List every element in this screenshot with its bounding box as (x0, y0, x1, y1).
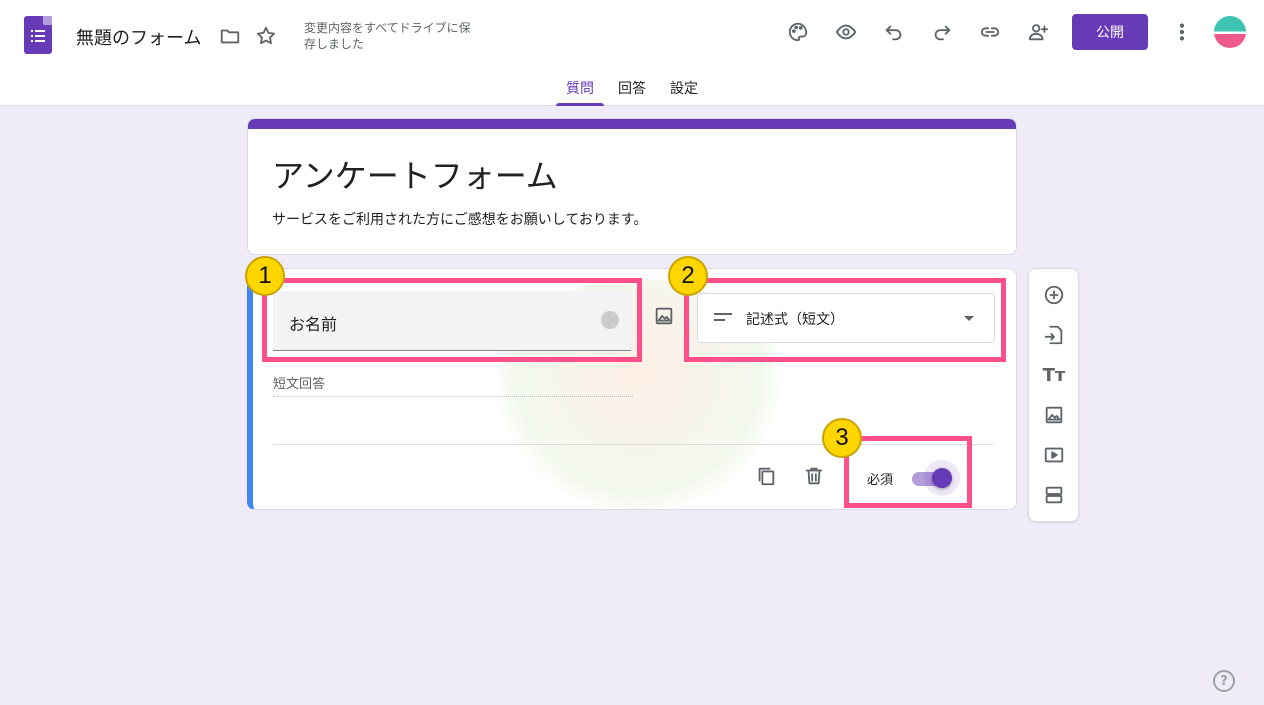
add-collaborator-icon[interactable] (1024, 18, 1052, 46)
delete-icon[interactable] (803, 465, 827, 489)
callout-badge-3: 3 (822, 418, 862, 458)
form-title[interactable]: アンケートフォーム (272, 151, 558, 197)
document-title[interactable]: 無題のフォーム (76, 24, 201, 50)
add-title-icon[interactable]: Tт (1042, 363, 1066, 387)
add-question-icon[interactable] (1042, 283, 1066, 307)
add-video-icon[interactable] (1042, 443, 1066, 467)
app-header: 無題のフォーム 変更内容をすべてドライブに保存しました 公開 質問 回答 設定 (0, 0, 1264, 106)
short-answer-placeholder: 短文回答 (273, 373, 633, 397)
redo-icon[interactable] (928, 18, 956, 46)
callout-box-question-title (262, 278, 642, 362)
tab-settings[interactable]: 設定 (670, 78, 698, 106)
tab-responses[interactable]: 回答 (618, 78, 646, 106)
preview-eye-icon[interactable] (832, 18, 860, 46)
more-options-icon[interactable] (1168, 18, 1196, 46)
add-section-icon[interactable] (1042, 483, 1066, 507)
link-icon[interactable] (976, 18, 1004, 46)
google-forms-logo-icon[interactable] (24, 16, 52, 54)
import-questions-icon[interactable] (1042, 323, 1066, 347)
callout-badge-1: 1 (245, 256, 285, 296)
add-question-image-icon[interactable] (653, 305, 677, 329)
palette-icon[interactable] (784, 18, 812, 46)
form-description[interactable]: サービスをご利用された方にご感想をお願いしております。 (272, 209, 647, 229)
save-status-text: 変更内容をすべてドライブに保存しました (304, 21, 471, 51)
star-icon[interactable] (252, 22, 280, 50)
callout-badge-2: 2 (668, 256, 708, 296)
tab-questions[interactable]: 質問 (556, 78, 604, 106)
undo-icon[interactable] (880, 18, 908, 46)
folder-icon[interactable] (216, 22, 244, 50)
help-icon[interactable]: ? (1213, 670, 1235, 692)
callout-box-required-toggle (844, 436, 972, 508)
duplicate-icon[interactable] (755, 465, 779, 489)
callout-box-question-type (684, 278, 1006, 362)
question-toolbar: Tт (1028, 268, 1079, 522)
form-title-card[interactable]: アンケートフォーム サービスをご利用された方にご感想をお願いしております。 (247, 118, 1017, 255)
title-accent-bar (248, 119, 1016, 129)
account-avatar[interactable] (1214, 16, 1246, 48)
add-image-icon[interactable] (1042, 403, 1066, 427)
form-tabs: 質問 回答 設定 (0, 78, 1264, 106)
publish-button[interactable]: 公開 (1072, 14, 1148, 50)
